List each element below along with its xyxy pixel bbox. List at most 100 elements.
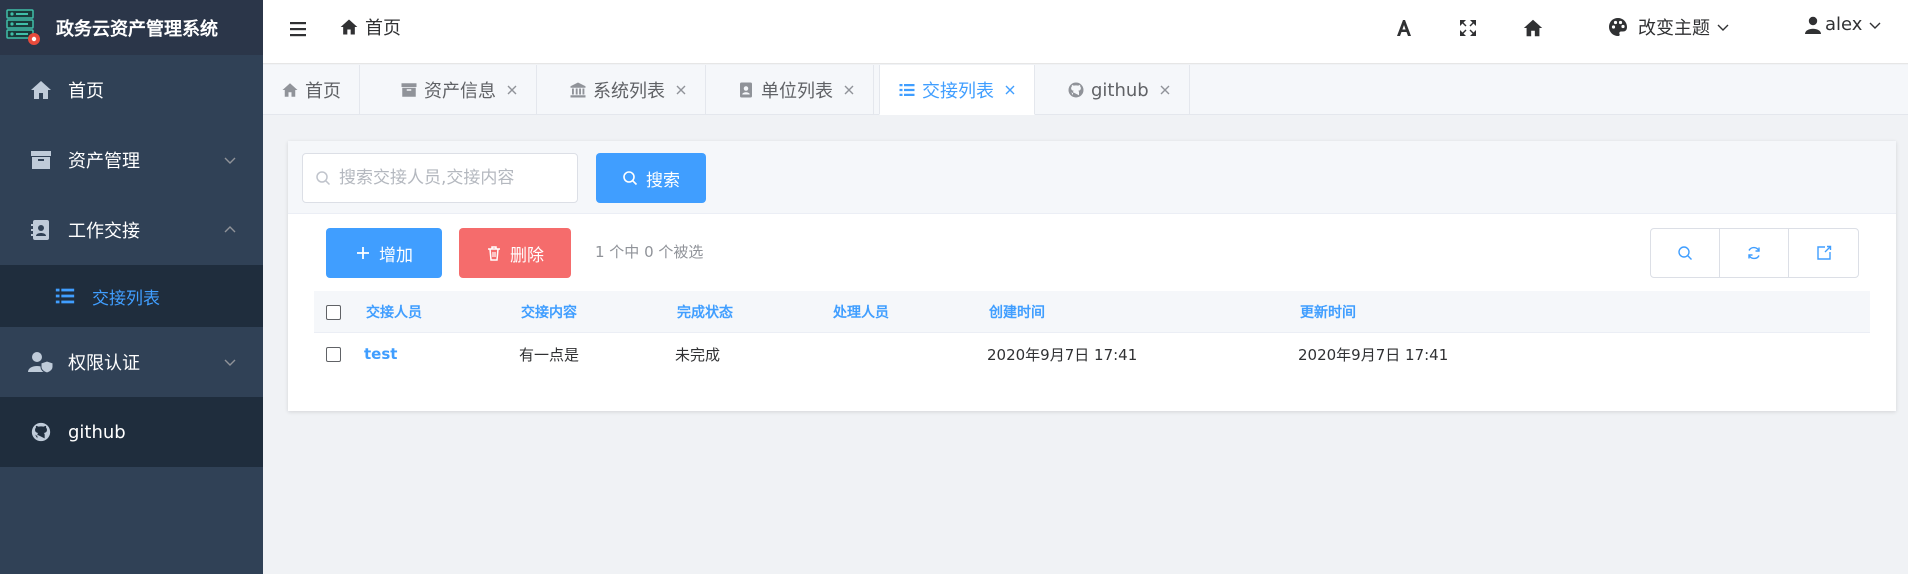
cell-handover-person[interactable]: test [364, 333, 397, 375]
plus-icon [357, 247, 369, 259]
cell-handover-content: 有一点是 [519, 345, 580, 364]
chevron-down-icon [224, 157, 236, 164]
trash-icon [488, 246, 500, 261]
handover-table: 交接人员 交接内容 完成状态 处理人员 创建时间 更新时间 test 有一点是 … [314, 291, 1870, 375]
columns-button[interactable] [1789, 229, 1858, 277]
search-icon [623, 171, 638, 186]
tab-handover-list[interactable]: 交接列表 [879, 65, 1035, 115]
tab-label: 系统列表 [593, 81, 665, 102]
sidebar-item-asset-management[interactable]: 资产管理 [0, 125, 263, 195]
refresh-icon [1748, 246, 1760, 260]
tab-github[interactable]: github [1049, 65, 1190, 115]
tab-label: github [1091, 79, 1149, 101]
user-menu[interactable]: alex [1805, 14, 1882, 35]
cell-updated-at: 2020年9月7日 17:41 [1298, 345, 1449, 364]
cell-status: 未完成 [675, 345, 721, 364]
breadcrumb-label: 首页 [365, 18, 401, 39]
select-all-checkbox[interactable] [326, 304, 341, 320]
sidebar-item-github[interactable]: github [0, 397, 263, 467]
column-header[interactable]: 创建时间 [989, 291, 1045, 333]
search-button[interactable]: 搜索 [596, 153, 706, 203]
tab-home[interactable]: 首页 [263, 65, 360, 115]
search-input[interactable] [339, 168, 569, 188]
breadcrumb[interactable]: 首页 [339, 14, 401, 40]
row-select-cell [326, 333, 341, 375]
content-card: 搜索 增加 删除 1 个中 0 个被选 交接人员 交接内容 完成状态 处理人员 [288, 141, 1896, 411]
column-header[interactable]: 交接人员 [366, 291, 422, 333]
archive-icon [401, 83, 417, 97]
tabs-bar: 首页 资产信息 系统列表 单位列表 交接列表 github [263, 65, 1908, 115]
toggle-search-button[interactable] [1651, 229, 1720, 277]
chevron-down-icon [1869, 22, 1881, 29]
sidebar-item-label: github [68, 421, 126, 443]
user-name: alex [1825, 14, 1863, 35]
address-book-icon [740, 82, 752, 98]
github-icon [1068, 82, 1084, 98]
archive-icon [28, 147, 54, 173]
sidebar: 政务云资产管理系统 首页 资产管理 工作交接 交接列表 权限认证 github [0, 0, 263, 574]
tab-label: 首页 [305, 81, 341, 102]
sidebar-item-work-handover[interactable]: 工作交接 [0, 195, 263, 265]
column-header[interactable]: 处理人员 [833, 291, 889, 333]
column-header[interactable]: 更新时间 [1300, 291, 1356, 333]
search-icon [316, 171, 331, 186]
column-header[interactable]: 完成状态 [677, 291, 733, 333]
close-icon[interactable] [1159, 84, 1171, 96]
add-button[interactable]: 增加 [326, 228, 442, 278]
chevron-down-icon [224, 359, 236, 366]
logo-area[interactable]: 政务云资产管理系统 [0, 0, 263, 55]
select-all-cell [326, 291, 341, 333]
tab-label: 资产信息 [424, 81, 496, 102]
tab-asset-info[interactable]: 资产信息 [382, 65, 537, 115]
add-button-label: 增加 [379, 245, 413, 266]
sidebar-subitem-handover-list[interactable]: 交接列表 [0, 265, 263, 327]
list-icon [52, 283, 78, 309]
table-header: 交接人员 交接内容 完成状态 处理人员 创建时间 更新时间 [314, 291, 1870, 333]
bank-icon [570, 82, 586, 98]
delete-button[interactable]: 删除 [459, 228, 571, 278]
tab-label: 交接列表 [922, 80, 994, 102]
search-bar: 搜索 [288, 141, 1896, 214]
export-icon [1816, 245, 1831, 260]
tab-system-list[interactable]: 系统列表 [551, 65, 706, 115]
close-icon[interactable] [675, 84, 687, 96]
contact-card-icon [28, 217, 54, 243]
theme-switcher[interactable]: 改变主题 [1608, 14, 1730, 40]
close-icon[interactable] [1004, 84, 1016, 96]
sidebar-item-home[interactable]: 首页 [0, 55, 263, 125]
table-tools [1650, 228, 1859, 278]
user-icon [1805, 16, 1821, 34]
list-icon [899, 83, 915, 96]
hamburger-icon[interactable] [288, 18, 310, 40]
search-icon [1678, 246, 1692, 260]
top-navbar: 首页 改变主题 alex [263, 0, 1908, 64]
sidebar-item-label: 工作交接 [68, 221, 140, 242]
home-icon[interactable] [1522, 17, 1544, 39]
sidebar-item-label: 权限认证 [68, 353, 140, 374]
refresh-button[interactable] [1720, 229, 1789, 277]
close-icon[interactable] [506, 84, 518, 96]
sidebar-item-label: 首页 [68, 81, 104, 102]
tab-unit-list[interactable]: 单位列表 [719, 65, 874, 115]
user-shield-icon [28, 349, 54, 375]
palette-icon [1609, 18, 1627, 36]
chevron-up-icon [224, 226, 236, 233]
row-checkbox[interactable] [326, 346, 341, 362]
delete-button-label: 删除 [510, 245, 544, 266]
table-row[interactable]: test 有一点是 未完成 2020年9月7日 17:41 2020年9月7日 … [314, 333, 1870, 375]
search-field[interactable] [302, 153, 578, 203]
font-size-icon[interactable] [1393, 17, 1415, 39]
home-icon [340, 19, 358, 35]
theme-label: 改变主题 [1638, 18, 1710, 39]
home-icon [282, 83, 298, 97]
sidebar-item-label: 资产管理 [68, 151, 140, 172]
selection-count: 1 个中 0 个被选 [595, 243, 704, 261]
tab-label: 单位列表 [761, 81, 833, 102]
sidebar-item-permissions[interactable]: 权限认证 [0, 327, 263, 397]
column-header[interactable]: 交接内容 [521, 291, 577, 333]
search-button-label: 搜索 [646, 170, 680, 191]
close-icon[interactable] [843, 84, 855, 96]
app-title: 政务云资产管理系统 [56, 18, 218, 40]
home-icon [28, 77, 54, 103]
fullscreen-icon[interactable] [1457, 17, 1479, 39]
